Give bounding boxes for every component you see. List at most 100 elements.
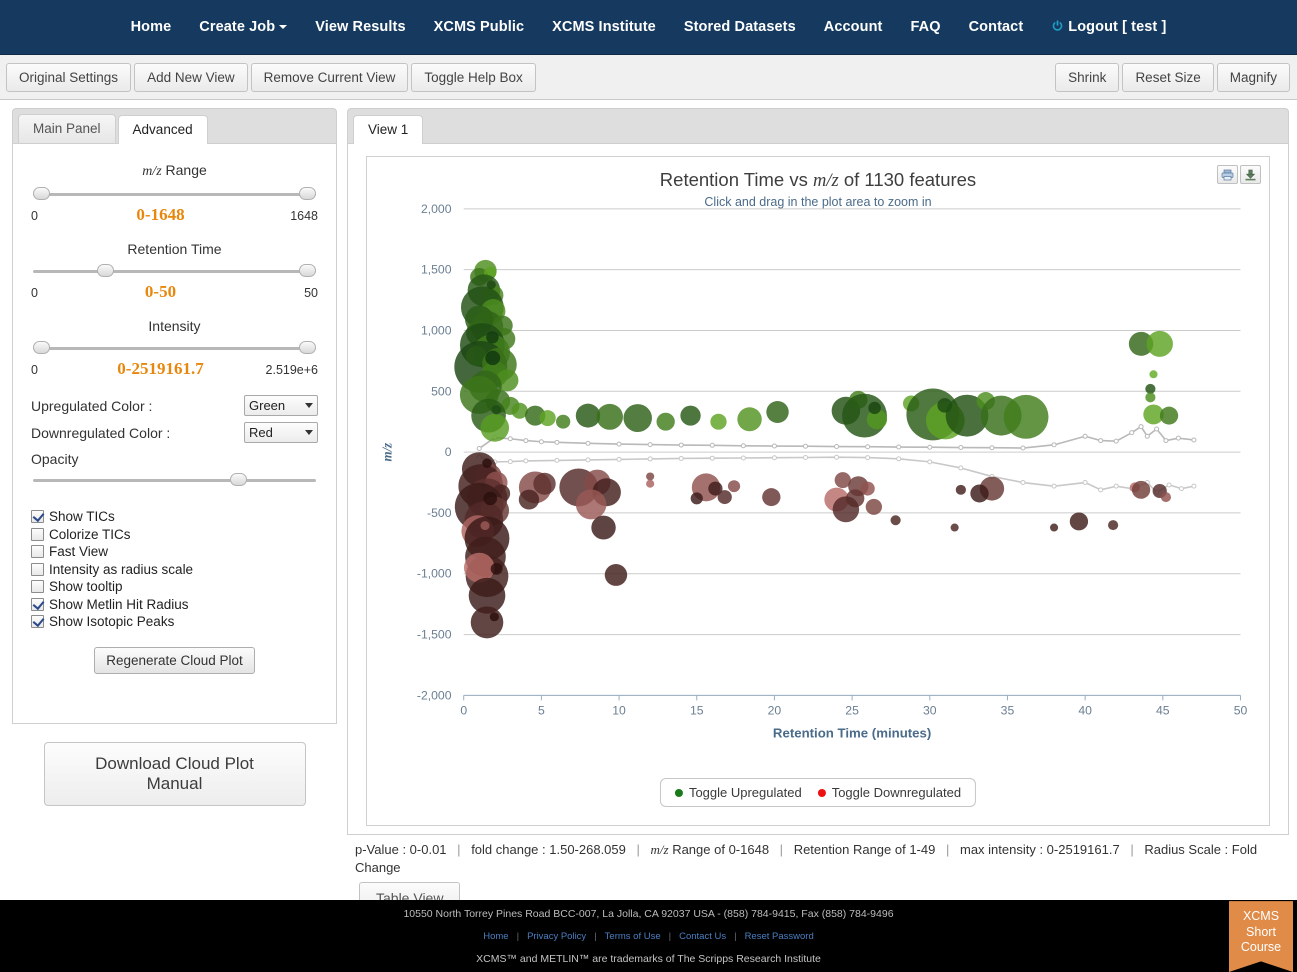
downregulated-color-select[interactable]: Red — [244, 422, 318, 443]
remove-current-view-button[interactable]: Remove Current View — [250, 62, 409, 92]
data-point[interactable] — [1108, 520, 1119, 531]
toggle-help-box-button[interactable]: Toggle Help Box — [411, 62, 536, 92]
retention-time-slider[interactable] — [33, 264, 316, 278]
checkbox-show-isotopic-peaks[interactable] — [31, 615, 44, 628]
data-point[interactable] — [1149, 370, 1158, 379]
opacity-slider[interactable] — [33, 473, 316, 487]
data-point[interactable] — [656, 412, 675, 431]
isotopic-peak-point[interactable] — [483, 491, 498, 506]
data-point[interactable] — [596, 403, 623, 430]
regenerate-cloud-plot-button[interactable]: Regenerate Cloud Plot — [94, 647, 255, 674]
checkbox-show-metlin-hit-radius[interactable] — [31, 597, 44, 611]
checkbox-row-fast-view[interactable]: Fast View — [31, 544, 318, 559]
isotopic-peak-point[interactable] — [490, 562, 503, 575]
nav-item-view-results[interactable]: View Results — [301, 13, 419, 41]
intensity-slider-track[interactable] — [33, 347, 316, 350]
reset-size-button[interactable]: Reset Size — [1122, 62, 1214, 92]
intensity-handle-max[interactable] — [299, 341, 316, 354]
data-point[interactable] — [1160, 492, 1172, 503]
cloud-plot-chart[interactable]: Retention Time vs m/z of 1130 features C… — [366, 156, 1270, 826]
data-point[interactable] — [539, 410, 556, 427]
data-point[interactable] — [690, 492, 703, 505]
data-point[interactable] — [1049, 523, 1059, 532]
data-point[interactable] — [832, 496, 860, 523]
scatter-plot-svg[interactable]: -2,000-1,500-1,000-50005001,0001,5002,00… — [367, 157, 1269, 825]
isotopic-peak-point[interactable] — [480, 521, 490, 531]
isotopic-peak-point[interactable] — [486, 331, 499, 344]
mz-range-slider[interactable] — [33, 187, 316, 201]
data-point[interactable] — [575, 489, 607, 520]
nav-item-xcms-public[interactable]: XCMS Public — [420, 13, 539, 41]
mz-range-handle-min[interactable] — [33, 187, 50, 200]
data-point[interactable] — [1003, 394, 1049, 439]
opacity-slider-handle[interactable] — [230, 473, 248, 486]
footer-link-home[interactable]: Home — [483, 931, 508, 942]
data-point[interactable] — [717, 490, 732, 505]
data-point[interactable] — [533, 472, 556, 495]
footer-link-contact-us[interactable]: Contact Us — [679, 931, 726, 942]
footer-link-terms-of-use[interactable]: Terms of Use — [605, 931, 661, 942]
checkbox-colorize-tics[interactable] — [31, 527, 44, 541]
tab-main-panel[interactable]: Main Panel — [18, 114, 116, 143]
magnify-button[interactable]: Magnify — [1216, 62, 1290, 92]
data-point[interactable] — [865, 498, 882, 515]
data-point[interactable] — [1069, 512, 1089, 531]
data-point[interactable] — [762, 488, 781, 507]
data-point[interactable] — [1146, 330, 1173, 357]
nav-item-xcms-institute[interactable]: XCMS Institute — [538, 13, 670, 41]
checkbox-row-show-tooltip[interactable]: Show tooltip — [31, 579, 318, 594]
checkbox-row-show-tics[interactable]: Show TICs — [31, 509, 318, 524]
data-point[interactable] — [646, 479, 655, 488]
checkbox-show-tooltip[interactable] — [31, 580, 44, 593]
data-point[interactable] — [970, 484, 989, 503]
data-point[interactable] — [556, 414, 571, 429]
add-new-view-button[interactable]: Add New View — [134, 62, 248, 92]
checkbox-row-intensity-as-radius-scale[interactable]: Intensity as radius scale — [31, 562, 318, 577]
intensity-slider[interactable] — [33, 341, 316, 355]
data-point[interactable] — [890, 515, 901, 526]
nav-item-stored-datasets[interactable]: Stored Datasets — [670, 13, 810, 41]
data-point[interactable] — [604, 564, 628, 586]
isotopic-peak-point[interactable] — [937, 398, 953, 413]
isotopic-peak-point[interactable] — [482, 458, 492, 468]
data-point[interactable] — [766, 401, 789, 423]
isotopic-peak-point[interactable] — [489, 612, 499, 622]
plot-svg-wrapper[interactable]: -2,000 -1,500 -1,000 -500 0 500 1,000 1,500 2,00… — [367, 157, 1269, 825]
isotopic-peak-point[interactable] — [491, 404, 502, 415]
isotopic-peak-point[interactable] — [486, 280, 496, 290]
data-point[interactable] — [950, 523, 959, 532]
data-point[interactable] — [955, 484, 966, 495]
retention-time-slider-track[interactable] — [33, 270, 316, 273]
shrink-button[interactable]: Shrink — [1055, 62, 1120, 92]
upregulated-color-select[interactable]: Green — [244, 395, 318, 416]
isotopic-peak-point[interactable] — [485, 350, 501, 366]
retention-time-handle-max[interactable] — [299, 264, 316, 277]
data-point[interactable] — [680, 405, 701, 426]
download-cloud-plot-manual-button[interactable]: Download Cloud Plot Manual — [43, 742, 306, 806]
tab-advanced[interactable]: Advanced — [117, 115, 208, 144]
nav-item-logout[interactable]: Logout [ test ] — [1037, 13, 1180, 41]
data-point[interactable] — [470, 606, 504, 639]
data-point[interactable] — [1131, 480, 1151, 499]
nav-item-faq[interactable]: FAQ — [896, 13, 954, 41]
data-point[interactable] — [737, 407, 762, 432]
footer-link-privacy-policy[interactable]: Privacy Policy — [527, 931, 586, 942]
original-settings-button[interactable]: Original Settings — [6, 62, 132, 92]
data-point[interactable] — [1145, 383, 1156, 394]
data-point[interactable] — [591, 515, 616, 540]
intensity-handle-min[interactable] — [33, 341, 50, 354]
nav-item-home[interactable]: Home — [117, 13, 186, 41]
opacity-slider-track[interactable] — [33, 479, 316, 482]
data-point[interactable] — [575, 403, 601, 428]
data-point[interactable] — [623, 404, 652, 433]
nav-item-account[interactable]: Account — [810, 13, 897, 41]
data-point[interactable] — [1145, 392, 1156, 403]
checkbox-intensity-as-radius-scale[interactable] — [31, 562, 44, 576]
mz-range-handle-max[interactable] — [299, 187, 316, 200]
legend-toggle-upregulated[interactable]: Toggle Upregulated — [674, 785, 802, 800]
data-point[interactable] — [1159, 406, 1179, 425]
nav-item-create-job[interactable]: Create Job — [185, 13, 301, 41]
checkbox-row-show-metlin-hit-radius[interactable]: Show Metlin Hit Radius — [31, 597, 318, 612]
data-point[interactable] — [710, 413, 727, 430]
data-point[interactable] — [646, 472, 655, 481]
